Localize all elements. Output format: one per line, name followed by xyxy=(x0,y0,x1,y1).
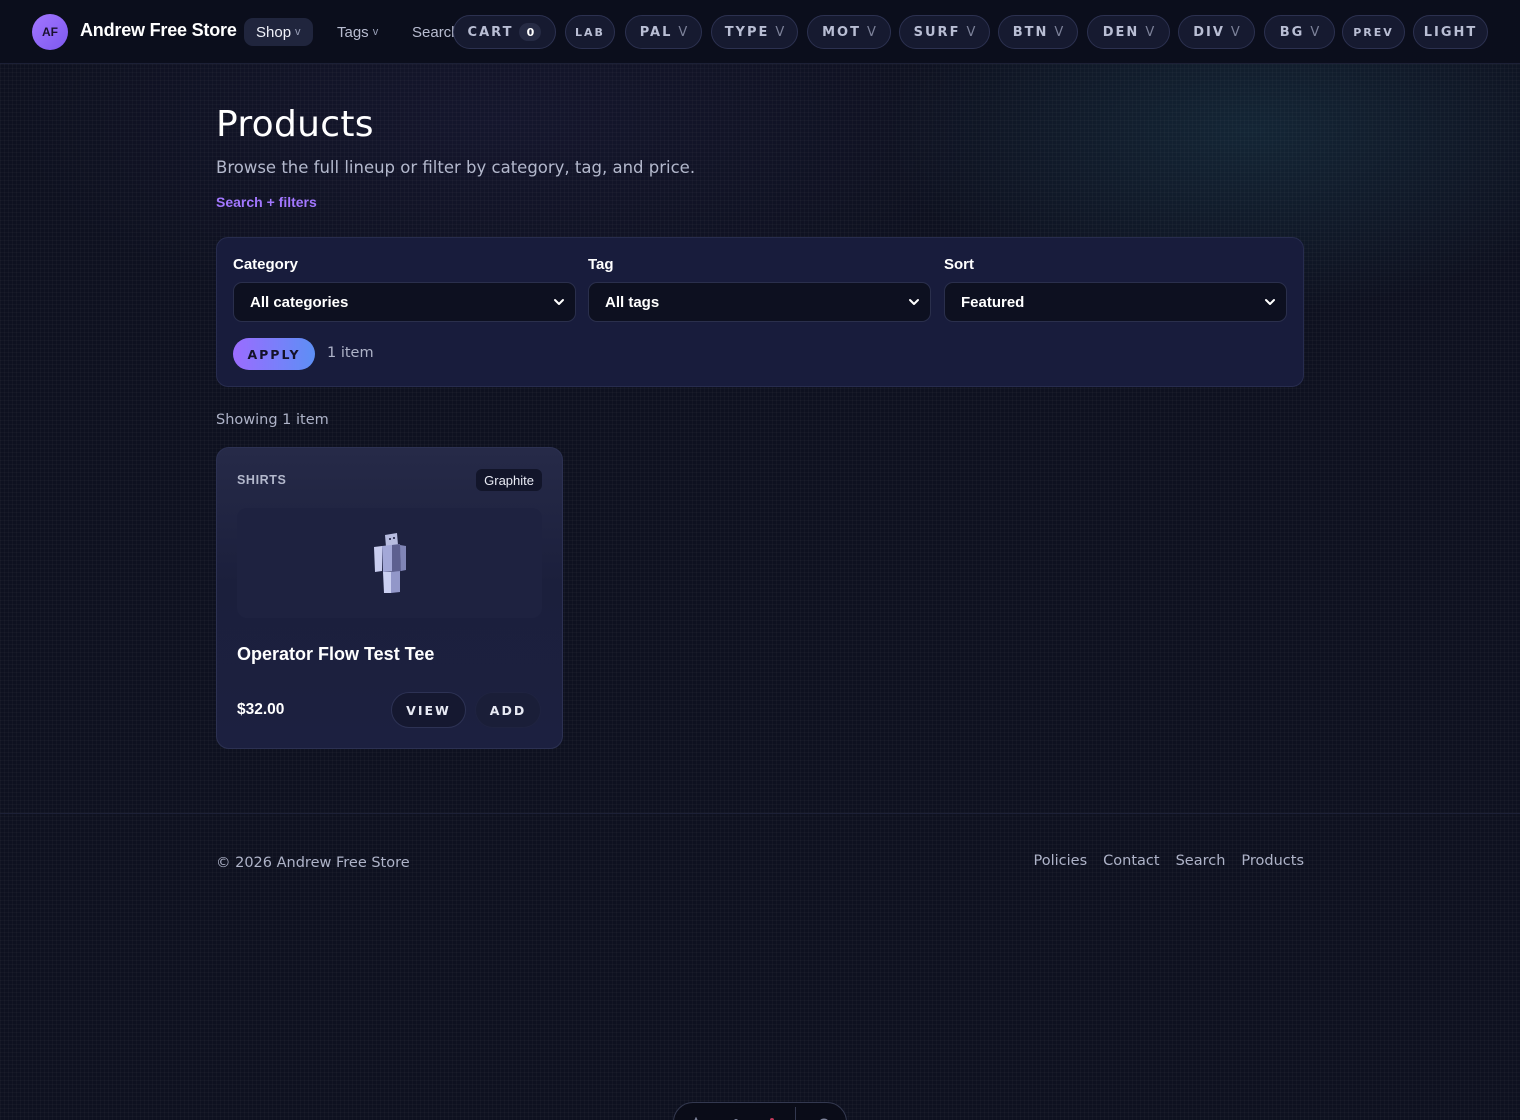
chevron-down-icon: V xyxy=(1145,24,1155,40)
product-tag-badge: Graphite xyxy=(476,469,542,491)
nav-shop-menu[interactable]: Shop v xyxy=(244,18,313,46)
chevron-down-icon xyxy=(554,299,564,305)
audit-icon[interactable] xyxy=(759,1113,775,1120)
background-menu-button[interactable]: BG V xyxy=(1264,15,1335,49)
nav-tags-menu[interactable]: Tags v xyxy=(337,18,378,46)
product-price: $32.00 xyxy=(237,701,285,718)
chevron-down-icon: v xyxy=(372,26,379,38)
chevron-down-icon: V xyxy=(866,24,876,40)
motion-menu-button[interactable]: MOT V xyxy=(807,15,891,49)
add-to-cart-button[interactable]: ADD xyxy=(475,692,541,728)
chevron-down-icon: V xyxy=(678,24,688,40)
search-filters-link[interactable]: Search + filters xyxy=(216,194,317,210)
gear-icon[interactable] xyxy=(816,1113,832,1120)
motion-label: MOT xyxy=(822,24,861,40)
chevron-down-icon xyxy=(909,299,919,305)
cart-label: CART xyxy=(467,24,514,40)
chevron-down-icon xyxy=(1265,299,1275,305)
type-label: TYPE xyxy=(724,24,770,40)
brand-name[interactable]: Andrew Free Store xyxy=(80,20,237,41)
tag-select-value: All tags xyxy=(605,293,660,311)
preview-button[interactable]: PREV xyxy=(1342,15,1405,49)
tag-select[interactable]: All tags xyxy=(588,282,931,322)
brand-logo[interactable]: AF xyxy=(32,14,68,50)
density-label: DEN xyxy=(1102,24,1140,40)
chevron-down-icon: V xyxy=(966,24,976,40)
product-category: SHIRTS xyxy=(237,473,287,487)
button-style-menu-button[interactable]: BTN V xyxy=(998,15,1078,49)
light-mode-label: LIGHT xyxy=(1423,24,1478,40)
product-figure-image xyxy=(373,533,406,593)
astro-icon[interactable] xyxy=(688,1113,704,1120)
category-label: Category xyxy=(233,256,299,273)
dev-toolbar[interactable] xyxy=(673,1102,847,1120)
lab-label: LAB xyxy=(575,25,605,39)
page-subtitle: Browse the full lineup or filter by cate… xyxy=(216,158,696,177)
type-menu-button[interactable]: TYPE V xyxy=(711,15,798,49)
page-title: Products xyxy=(216,104,374,145)
footer-link-products[interactable]: Products xyxy=(1241,853,1304,869)
cart-button[interactable]: CART 0 xyxy=(453,15,556,49)
chevron-down-icon: V xyxy=(1054,24,1064,40)
footer-link-policies[interactable]: Policies xyxy=(1034,853,1088,869)
nav-shop-label: Shop xyxy=(256,23,292,41)
surface-label: SURF xyxy=(913,24,961,40)
sort-select[interactable]: Featured xyxy=(944,282,1287,322)
chevron-down-icon: V xyxy=(1310,24,1320,40)
footer-divider xyxy=(0,813,1520,814)
tag-label: Tag xyxy=(588,256,614,273)
chevron-down-icon: V xyxy=(775,24,785,40)
divider-menu-button[interactable]: DIV V xyxy=(1178,15,1255,49)
category-select[interactable]: All categories xyxy=(233,282,576,322)
cart-count-badge: 0 xyxy=(519,23,542,41)
lab-button[interactable]: LAB xyxy=(565,15,615,49)
palette-menu-button[interactable]: PAL V xyxy=(625,15,702,49)
footer-link-search[interactable]: Search xyxy=(1176,853,1226,869)
product-card[interactable]: SHIRTS Graphite Operator Flow Test Tee $… xyxy=(216,447,563,749)
footer-link-contact[interactable]: Contact xyxy=(1103,853,1159,869)
surface-menu-button[interactable]: SURF V xyxy=(899,15,990,49)
density-menu-button[interactable]: DEN V xyxy=(1087,15,1170,49)
light-mode-button[interactable]: LIGHT xyxy=(1413,15,1488,49)
view-product-button[interactable]: VIEW xyxy=(391,692,466,728)
footer-copyright: © 2026 Andrew Free Store xyxy=(216,855,410,871)
inspect-icon[interactable] xyxy=(724,1113,740,1120)
product-name[interactable]: Operator Flow Test Tee xyxy=(237,644,434,665)
sort-label: Sort xyxy=(944,256,974,273)
filter-item-count: 1 item xyxy=(327,345,374,361)
category-select-value: All categories xyxy=(250,293,349,311)
toolbar-separator xyxy=(795,1107,797,1120)
button-style-label: BTN xyxy=(1012,24,1049,40)
site-header: AF Andrew Free Store Shop v Tags v Searc… xyxy=(0,0,1520,64)
background-label: BG xyxy=(1279,24,1305,40)
sort-select-value: Featured xyxy=(961,293,1025,311)
product-image[interactable] xyxy=(237,508,542,618)
footer-nav: Policies Contact Search Products xyxy=(1034,853,1305,869)
chevron-down-icon: V xyxy=(1230,24,1240,40)
preview-label: PREV xyxy=(1353,25,1394,39)
apply-filters-button[interactable]: APPLY xyxy=(233,338,315,370)
divider-label: DIV xyxy=(1193,24,1225,40)
filter-panel: Category All categories Tag All tags Sor… xyxy=(216,237,1304,387)
palette-label: PAL xyxy=(639,24,673,40)
chevron-down-icon: v xyxy=(295,26,301,38)
results-count: Showing 1 item xyxy=(216,412,329,428)
nav-tags-label: Tags xyxy=(337,23,369,41)
